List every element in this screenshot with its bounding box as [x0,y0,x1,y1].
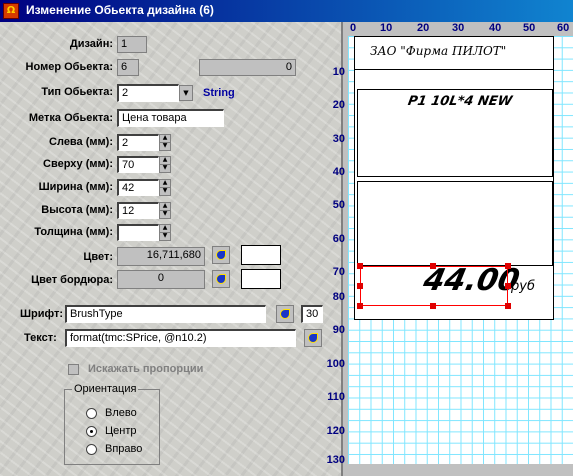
text-input[interactable]: format(tmc:SPrice, @n10.2) [65,329,296,347]
orientation-left-radio[interactable] [86,408,97,419]
ruler-tick: 110 [327,391,345,403]
ruler-tick: 20 [417,22,430,34]
type-name: String [203,87,235,99]
color-label: Цвет: [83,251,113,263]
design-label: Дизайн: [69,38,113,50]
distort-label: Искажать пропорции [88,363,204,375]
resize-handle[interactable] [357,303,363,309]
ruler-tick: 40 [489,22,502,34]
text-label: Текст: [24,332,57,344]
extra-field[interactable] [357,181,553,266]
top-label: Сверху (мм): [43,158,113,170]
ruler-tick: 80 [332,291,345,303]
ruler-tick: 130 [326,454,345,466]
thickness-spinner[interactable]: ▲ ▼ [159,224,171,241]
ruler-tick: 10 [380,22,393,34]
object-extra-value: 0 [199,59,296,76]
left-spinner[interactable]: ▲ ▼ [159,134,171,151]
ruler-tick: 10 [332,66,345,78]
top-spinner[interactable]: ▲ ▼ [159,156,171,173]
ruler-tick: 50 [332,199,345,211]
top-input[interactable]: 70 [117,156,159,173]
left-label: Слева (мм): [49,136,113,148]
font-pick-button[interactable] [276,305,294,323]
width-input[interactable]: 42 [117,179,159,196]
ruler-tick: 0 [350,22,357,34]
thickness-label: Толщина (мм): [34,226,113,238]
orientation-left-label: Влево [105,407,137,419]
height-spinner[interactable]: ▲ ▼ [159,202,171,219]
ruler-tick: 50 [523,22,536,34]
selected-object[interactable] [360,266,508,306]
resize-handle[interactable] [430,263,436,269]
thickness-input[interactable] [117,224,159,241]
left-input[interactable]: 2 [117,134,159,151]
type-label: Тип Обьекта: [41,86,113,98]
type-select[interactable]: 2 [117,84,179,102]
header-text: ЗАО "Фирма ПИЛОТ" [370,44,507,58]
ruler-tick: 60 [557,22,570,34]
tag-label: Метка Обьекта: [28,112,113,124]
orientation-legend: Ориентация [72,383,139,395]
type-dropdown-button[interactable]: ▼ [179,85,193,101]
ruler-tick: 120 [326,425,345,437]
orientation-center-label: Центр [105,425,137,437]
spin-down-icon[interactable]: ▼ [160,164,170,173]
color-value: 16,711,680 [117,247,205,266]
ruler-tick: 30 [452,22,465,34]
resize-handle[interactable] [357,283,363,289]
border-color-value: 0 [117,270,205,289]
spin-down-icon[interactable]: ▼ [160,210,170,219]
resize-handle[interactable] [357,263,363,269]
spin-down-icon[interactable]: ▼ [160,232,170,241]
width-spinner[interactable]: ▲ ▼ [159,179,171,196]
window-title: Изменение Обьекта дизайна (6) [26,3,214,17]
ruler-tick: 90 [332,324,345,336]
object-number-value: 6 [117,59,139,76]
resize-handle[interactable] [505,303,511,309]
orientation-right-radio[interactable] [86,444,97,455]
resize-handle[interactable] [505,263,511,269]
chevron-down-icon: ▼ [183,89,189,97]
border-color-label: Цвет бордюра: [31,274,113,286]
design-value: 1 [117,36,147,53]
resize-handle[interactable] [505,283,511,289]
ruler-tick: 100 [326,358,345,370]
left-ruler: 10 20 30 40 50 60 70 80 90 100 110 120 1… [317,36,347,476]
ruler-tick: 40 [332,166,345,178]
border-color-pick-button[interactable] [212,270,230,288]
currency-text: руб [511,279,535,294]
paint-bucket-icon [216,274,226,284]
spin-down-icon[interactable]: ▼ [160,142,170,151]
distort-checkbox[interactable] [68,364,79,375]
tag-input[interactable]: Цена товара [117,109,224,127]
color-pick-button[interactable] [212,246,230,264]
ruler-tick: 70 [332,266,345,278]
ruler-tick: 30 [332,133,345,145]
orientation-center-radio[interactable] [86,426,97,437]
paint-bucket-icon [280,309,290,319]
border-color-swatch [241,269,281,289]
color-swatch [241,245,281,265]
product-text: P1 10L*4 NEW [406,94,514,109]
resize-handle[interactable] [430,303,436,309]
paint-bucket-icon [216,250,226,260]
top-ruler: 0 10 20 30 40 50 60 [343,22,573,36]
object-number-label: Номер Обьекта: [25,61,113,73]
ruler-tick: 20 [332,99,345,111]
height-input[interactable]: 12 [117,202,159,219]
height-label: Высота (мм): [41,204,113,216]
width-label: Ширина (мм): [38,181,113,193]
font-input[interactable]: BrushType [65,305,266,323]
spin-down-icon[interactable]: ▼ [160,187,170,196]
app-icon[interactable]: Ω [3,3,19,19]
ruler-tick: 60 [332,233,345,245]
orientation-right-label: Вправо [105,443,143,455]
font-label: Шрифт: [20,308,64,320]
